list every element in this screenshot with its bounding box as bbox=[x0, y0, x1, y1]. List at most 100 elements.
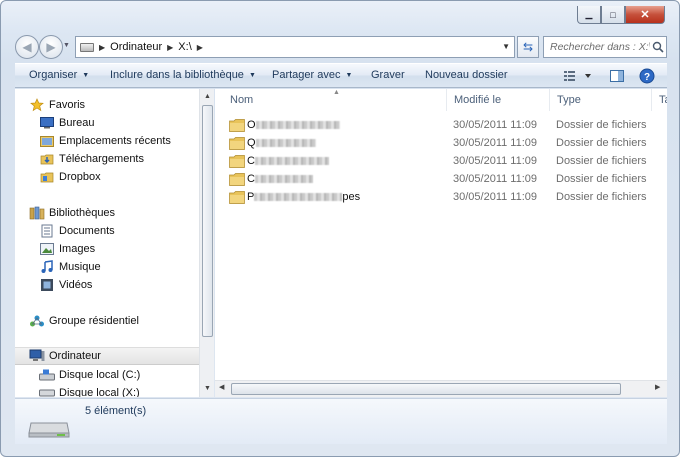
file-name[interactable]: Ppes bbox=[247, 191, 360, 203]
refresh-icon: ⇆ bbox=[522, 40, 534, 54]
scroll-up-icon[interactable]: ▲ bbox=[200, 89, 215, 104]
table-row[interactable]: O 30/05/2011 11:09 Dossier de fichiers bbox=[229, 116, 659, 134]
forward-button[interactable]: ▶ bbox=[39, 35, 63, 59]
nav-homegroup[interactable]: Groupe résidentiel bbox=[29, 312, 199, 330]
organize-menu[interactable]: Organiser ▼ bbox=[29, 69, 89, 81]
forward-arrow-icon: ▶ bbox=[46, 40, 56, 54]
search-icon[interactable] bbox=[650, 41, 666, 53]
file-name[interactable]: C bbox=[247, 173, 313, 185]
search-input[interactable]: Rechercher dans : X:\ bbox=[544, 41, 650, 53]
nav-computer[interactable]: Ordinateur bbox=[15, 347, 199, 365]
item-count: 5 élément(s) bbox=[85, 405, 147, 417]
homegroup-icon bbox=[29, 313, 45, 329]
address-bar[interactable]: ▶ Ordinateur ▶ X:\ ▶ ▼ bbox=[75, 36, 515, 58]
redacted-text bbox=[254, 157, 329, 165]
close-button[interactable]: ✕ bbox=[625, 6, 665, 24]
breadcrumb-computer[interactable]: Ordinateur bbox=[110, 41, 162, 53]
table-row[interactable]: Ppes 30/05/2011 11:09 Dossier de fichiers bbox=[229, 188, 659, 206]
nav-item-recent-places[interactable]: Emplacements récents bbox=[39, 132, 199, 150]
recent-pages-dropdown[interactable]: ▼ bbox=[63, 42, 73, 52]
view-icon bbox=[564, 71, 591, 81]
downloads-icon bbox=[39, 151, 55, 167]
computer-icon bbox=[29, 348, 45, 364]
file-list-scrollbar[interactable]: ◀ ▶ bbox=[215, 380, 667, 397]
navigation-scrollbar[interactable]: ▲ ▼ bbox=[199, 89, 214, 397]
nav-item-downloads[interactable]: Téléchargements bbox=[39, 150, 199, 168]
breadcrumb-separator[interactable]: ▶ bbox=[167, 43, 173, 52]
svg-text:?: ? bbox=[644, 72, 650, 83]
images-icon bbox=[39, 241, 55, 257]
redacted-text bbox=[254, 175, 313, 183]
details-pane: 5 élément(s) bbox=[15, 398, 667, 444]
window-controls: ▁ □ ✕ bbox=[577, 6, 665, 24]
file-name[interactable]: Q bbox=[247, 137, 316, 149]
change-view-button[interactable] bbox=[563, 68, 593, 87]
file-modified: 30/05/2011 11:09 bbox=[453, 155, 538, 167]
dropbox-icon bbox=[39, 169, 55, 185]
nav-item-local-disk-c[interactable]: Disque local (C:) bbox=[39, 366, 199, 384]
breadcrumb-drive-x[interactable]: X:\ bbox=[178, 41, 191, 53]
nav-favorites[interactable]: Favoris bbox=[29, 96, 199, 114]
file-modified: 30/05/2011 11:09 bbox=[453, 137, 538, 149]
include-library-menu[interactable]: Inclure dans la bibliothèque ▼ bbox=[110, 69, 256, 81]
maximize-button[interactable]: □ bbox=[601, 6, 625, 24]
library-icon bbox=[29, 205, 45, 221]
burn-button[interactable]: Graver bbox=[371, 69, 405, 81]
nav-item-videos[interactable]: Vidéos bbox=[39, 276, 199, 294]
videos-icon bbox=[39, 277, 55, 293]
scroll-right-icon[interactable]: ▶ bbox=[655, 383, 660, 391]
redacted-text bbox=[255, 121, 340, 129]
minimize-button[interactable]: ▁ bbox=[577, 6, 601, 24]
nav-item-desktop[interactable]: Bureau bbox=[39, 114, 199, 132]
file-type: Dossier de fichiers bbox=[556, 155, 647, 167]
nav-item-music[interactable]: Musique bbox=[39, 258, 199, 276]
scroll-thumb[interactable] bbox=[231, 383, 621, 395]
file-modified: 30/05/2011 11:09 bbox=[453, 119, 538, 131]
file-type: Dossier de fichiers bbox=[556, 191, 647, 203]
column-header-type[interactable]: Type bbox=[550, 89, 652, 111]
address-dropdown-icon[interactable]: ▼ bbox=[502, 42, 510, 51]
nav-item-images[interactable]: Images bbox=[39, 240, 199, 258]
breadcrumb-separator[interactable]: ▶ bbox=[197, 43, 203, 52]
recent-places-icon bbox=[39, 133, 55, 149]
star-icon bbox=[29, 97, 45, 113]
folder-icon bbox=[229, 136, 245, 150]
chevron-down-icon: ▼ bbox=[248, 72, 256, 79]
folder-icon bbox=[229, 190, 245, 204]
file-name[interactable]: O bbox=[247, 119, 340, 131]
nav-item-dropbox[interactable]: Dropbox bbox=[39, 168, 199, 186]
scroll-thumb[interactable] bbox=[202, 105, 213, 337]
nav-libraries[interactable]: Bibliothèques bbox=[29, 204, 199, 222]
share-with-menu[interactable]: Partager avec ▼ bbox=[272, 69, 352, 81]
navigation-pane: Favoris Bureau Emplacements récents Télé… bbox=[15, 89, 199, 397]
preview-pane-button[interactable] bbox=[609, 68, 625, 87]
column-header-size[interactable]: Ta bbox=[652, 89, 667, 111]
documents-icon bbox=[39, 223, 55, 239]
column-header-name[interactable]: Nom bbox=[223, 89, 447, 111]
redacted-text bbox=[255, 139, 316, 147]
table-row[interactable]: Q 30/05/2011 11:09 Dossier de fichiers bbox=[229, 134, 659, 152]
nav-item-local-disk-x[interactable]: Disque local (X:) bbox=[39, 384, 199, 397]
chevron-down-icon: ▼ bbox=[82, 72, 90, 79]
file-modified: 30/05/2011 11:09 bbox=[453, 191, 538, 203]
drive-icon bbox=[80, 42, 94, 52]
breadcrumb-separator[interactable]: ▶ bbox=[99, 43, 105, 52]
file-type: Dossier de fichiers bbox=[556, 119, 647, 131]
explorer-window: ▁ □ ✕ ◀ ▶ ▼ ▶ Ordinateur ▶ X:\ ▶ ▼ ⇆ Rec… bbox=[0, 0, 680, 457]
refresh-button[interactable]: ⇆ bbox=[517, 36, 539, 58]
file-type: Dossier de fichiers bbox=[556, 173, 647, 185]
folder-icon bbox=[229, 172, 245, 186]
table-row[interactable]: C 30/05/2011 11:09 Dossier de fichiers bbox=[229, 152, 659, 170]
chevron-down-icon: ▼ bbox=[345, 72, 353, 79]
search-box[interactable]: Rechercher dans : X:\ bbox=[543, 36, 667, 58]
table-row[interactable]: C 30/05/2011 11:09 Dossier de fichiers bbox=[229, 170, 659, 188]
help-button[interactable]: ? bbox=[639, 68, 655, 87]
scroll-left-icon[interactable]: ◀ bbox=[219, 383, 224, 391]
nav-item-documents[interactable]: Documents bbox=[39, 222, 199, 240]
back-arrow-icon: ◀ bbox=[22, 40, 32, 54]
column-header-modified[interactable]: Modifié le bbox=[447, 89, 550, 111]
scroll-down-icon[interactable]: ▼ bbox=[200, 381, 215, 396]
back-button[interactable]: ◀ bbox=[15, 35, 39, 59]
file-name[interactable]: C bbox=[247, 155, 329, 167]
new-folder-button[interactable]: Nouveau dossier bbox=[425, 69, 508, 81]
